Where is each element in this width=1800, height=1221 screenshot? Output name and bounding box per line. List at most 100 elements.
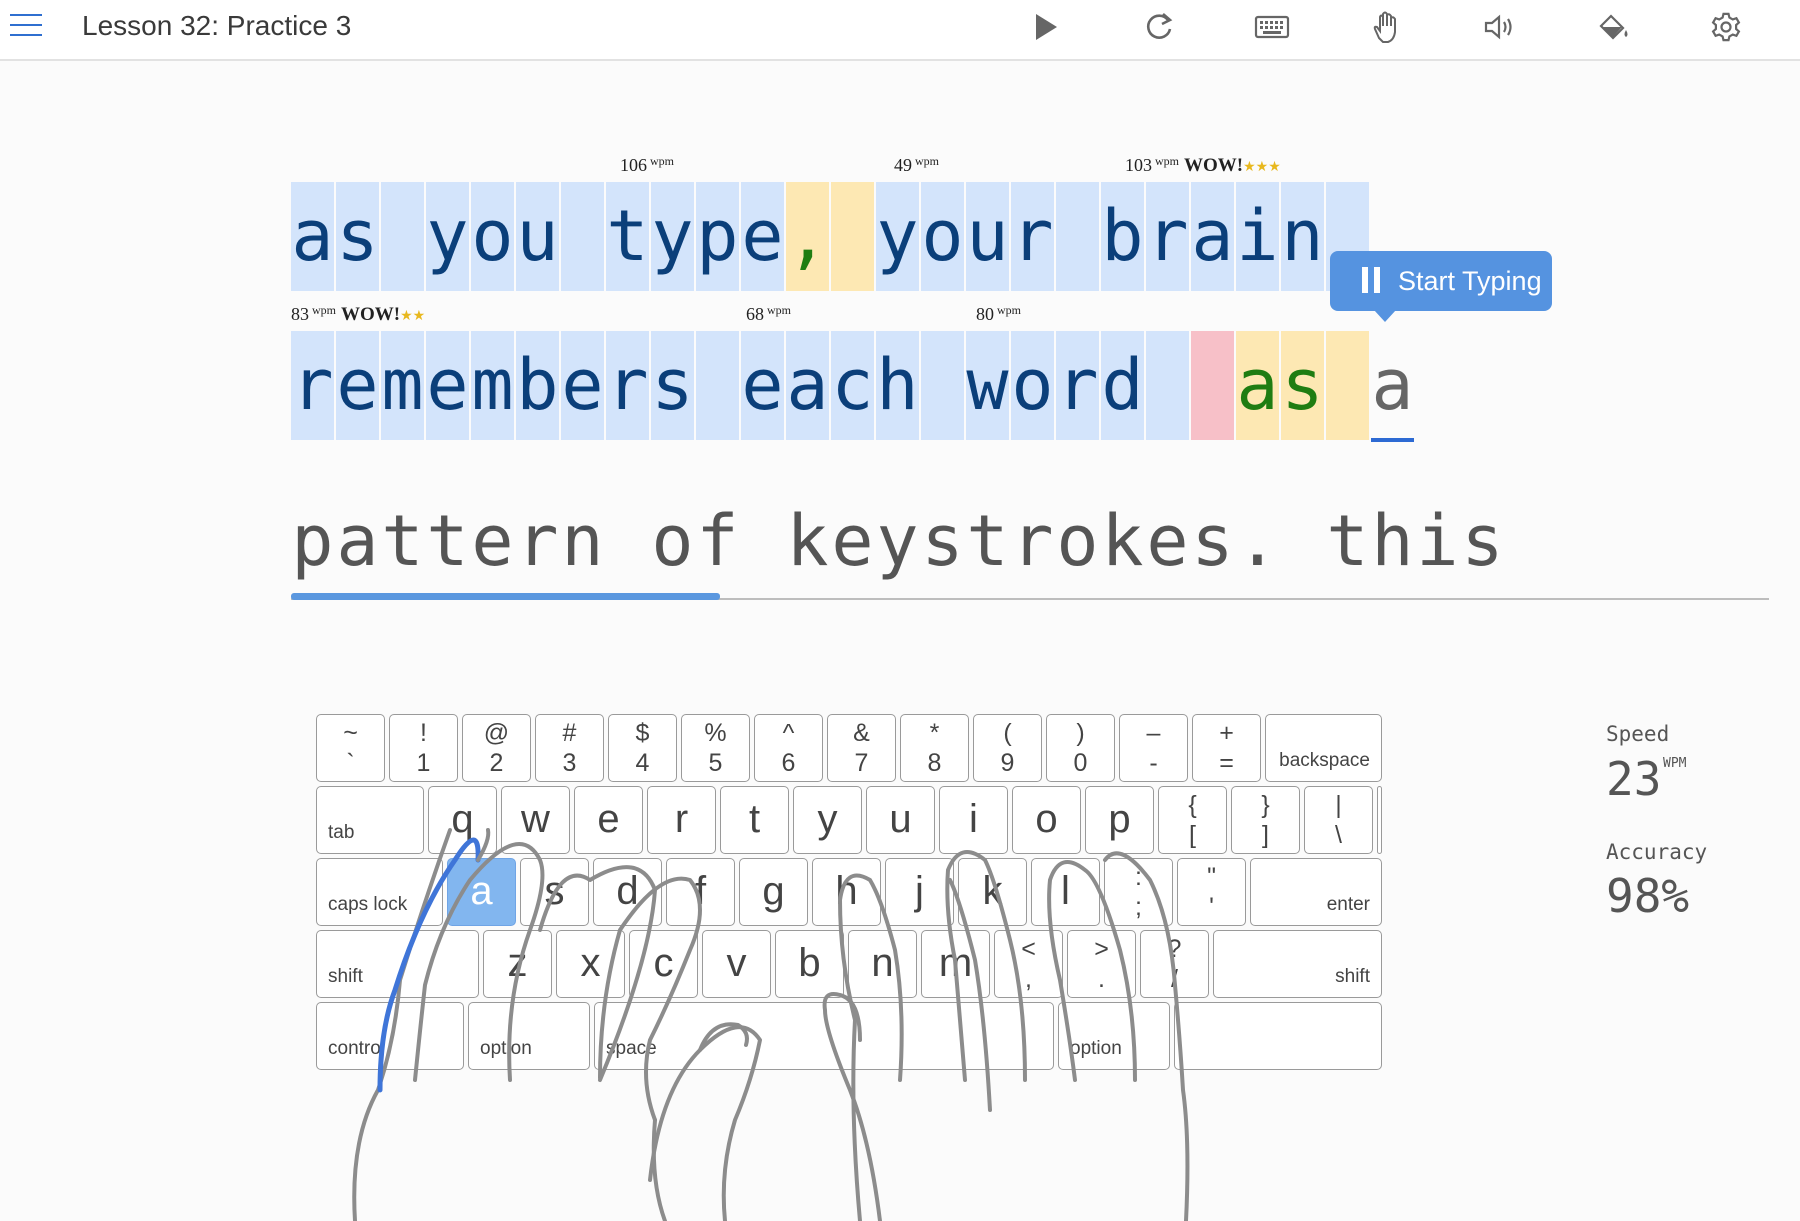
typed-char: k bbox=[1101, 500, 1144, 582]
key-m[interactable]: m bbox=[921, 930, 990, 998]
key-6[interactable]: ^ 6 bbox=[754, 714, 823, 782]
key--[interactable]: – - bbox=[1119, 714, 1188, 782]
key-f[interactable]: f bbox=[666, 858, 735, 926]
key-space[interactable]: space bbox=[594, 1002, 1054, 1070]
typed-char: w bbox=[966, 331, 1009, 440]
key-`[interactable]: ~ ` bbox=[316, 714, 385, 782]
speed-unit: WPM bbox=[1663, 756, 1687, 771]
key-y[interactable]: y bbox=[793, 786, 862, 854]
hand-icon[interactable] bbox=[1366, 8, 1406, 46]
key-i[interactable]: i bbox=[939, 786, 1008, 854]
key-control[interactable]: control bbox=[316, 1002, 464, 1070]
typed-char: y bbox=[876, 500, 919, 582]
key-option-left[interactable]: option bbox=[468, 1002, 590, 1070]
key-=[interactable]: + = bbox=[1192, 714, 1261, 782]
key-e[interactable]: e bbox=[574, 786, 643, 854]
key-tab[interactable]: tab bbox=[316, 786, 424, 854]
start-typing-tooltip[interactable]: Start Typing bbox=[1330, 251, 1552, 322]
word-speed-label: 49 wpm bbox=[894, 154, 939, 175]
typed-char: e bbox=[561, 331, 604, 440]
typed-line-1: as you type, your brain bbox=[291, 182, 1371, 291]
typed-char: t bbox=[606, 182, 649, 291]
key-l[interactable]: l bbox=[1031, 858, 1100, 926]
typed-char: e bbox=[741, 182, 784, 291]
typed-char bbox=[1326, 331, 1369, 440]
key-;[interactable]: :; bbox=[1104, 858, 1173, 926]
key-7[interactable]: & 7 bbox=[827, 714, 896, 782]
key-4[interactable]: $4 bbox=[608, 714, 677, 782]
key-blank[interactable] bbox=[1174, 1002, 1382, 1070]
key-d[interactable]: d bbox=[593, 858, 662, 926]
key-][interactable]: }] bbox=[1231, 786, 1300, 854]
typed-char: i bbox=[1416, 500, 1459, 582]
key-p[interactable]: p bbox=[1085, 786, 1154, 854]
key-g[interactable]: g bbox=[739, 858, 808, 926]
typed-char: n bbox=[1281, 182, 1324, 291]
typed-space: s bbox=[1281, 331, 1324, 440]
key-t[interactable]: t bbox=[720, 786, 789, 854]
key-x[interactable]: x bbox=[556, 930, 625, 998]
key-q[interactable]: q bbox=[428, 786, 497, 854]
key-8[interactable]: * 8 bbox=[900, 714, 969, 782]
key-o[interactable]: o bbox=[1012, 786, 1081, 854]
word-speed-label: 68 wpm bbox=[746, 303, 791, 324]
key-caps-lock[interactable]: caps lock bbox=[316, 858, 443, 926]
word-speed-label: 103 wpm WOW!★★★ bbox=[1125, 154, 1281, 176]
word-speed-label: 80 wpm bbox=[976, 303, 1021, 324]
key-shift-right[interactable]: shift bbox=[1213, 930, 1382, 998]
key-u[interactable]: u bbox=[866, 786, 935, 854]
key-a[interactable]: a bbox=[447, 858, 516, 926]
key-3[interactable]: #3 bbox=[535, 714, 604, 782]
key-v[interactable]: v bbox=[702, 930, 771, 998]
typed-char: r bbox=[1146, 182, 1189, 291]
key-c[interactable]: c bbox=[629, 930, 698, 998]
typed-char: a bbox=[1236, 331, 1279, 440]
key-1[interactable]: ! 1 bbox=[389, 714, 458, 782]
typed-char: y bbox=[426, 182, 469, 291]
paint-bucket-icon[interactable] bbox=[1593, 8, 1633, 46]
key-[[interactable]: {[ bbox=[1158, 786, 1227, 854]
word-speed-label: 106 wpm bbox=[620, 154, 674, 175]
key-shift-left[interactable]: shift bbox=[316, 930, 479, 998]
key-w[interactable]: w bbox=[501, 786, 570, 854]
key-n[interactable]: n bbox=[848, 930, 917, 998]
key-backspace[interactable]: backspace bbox=[1265, 714, 1382, 782]
key-option-right[interactable]: option bbox=[1058, 1002, 1170, 1070]
key-b[interactable]: b bbox=[775, 930, 844, 998]
typed-space bbox=[381, 182, 424, 291]
keyboard-icon[interactable] bbox=[1252, 8, 1292, 46]
key-'[interactable]: " ' bbox=[1177, 858, 1246, 926]
key-\[interactable]: | \ bbox=[1304, 786, 1373, 854]
key-9[interactable]: (9 bbox=[973, 714, 1042, 782]
key-s[interactable]: s bbox=[520, 858, 589, 926]
sound-icon[interactable] bbox=[1479, 8, 1519, 46]
key-z[interactable]: z bbox=[483, 930, 552, 998]
typed-char: t bbox=[381, 500, 424, 582]
key-5[interactable]: % 5 bbox=[681, 714, 750, 782]
typed-char: i bbox=[1236, 182, 1279, 291]
key-enter[interactable]: enter bbox=[1250, 858, 1382, 926]
key-2[interactable]: @2 bbox=[462, 714, 531, 782]
restart-icon[interactable] bbox=[1139, 8, 1179, 46]
typed-char: t bbox=[1326, 500, 1369, 582]
key-j[interactable]: j bbox=[885, 858, 954, 926]
key-k[interactable]: k bbox=[958, 858, 1027, 926]
menu-icon[interactable] bbox=[10, 12, 42, 38]
key-pipe-extra[interactable] bbox=[1377, 786, 1382, 854]
key-r[interactable]: r bbox=[647, 786, 716, 854]
pause-icon bbox=[1362, 267, 1382, 293]
typed-char: e bbox=[1146, 500, 1189, 582]
key-0[interactable]: ) 0 bbox=[1046, 714, 1115, 782]
key-/[interactable]: ? / bbox=[1140, 930, 1209, 998]
key-.[interactable]: >. bbox=[1067, 930, 1136, 998]
play-icon[interactable] bbox=[1025, 8, 1065, 46]
typed-char: d bbox=[1101, 331, 1144, 440]
key-h[interactable]: h bbox=[812, 858, 881, 926]
typed-space bbox=[741, 487, 784, 596]
stars-icon: ★★★ bbox=[1243, 160, 1281, 175]
gear-icon[interactable] bbox=[1706, 8, 1746, 46]
typed-char: c bbox=[831, 331, 874, 440]
typed-space bbox=[696, 331, 739, 440]
key-,[interactable]: <, bbox=[994, 930, 1063, 998]
typed-char: s bbox=[336, 182, 379, 291]
